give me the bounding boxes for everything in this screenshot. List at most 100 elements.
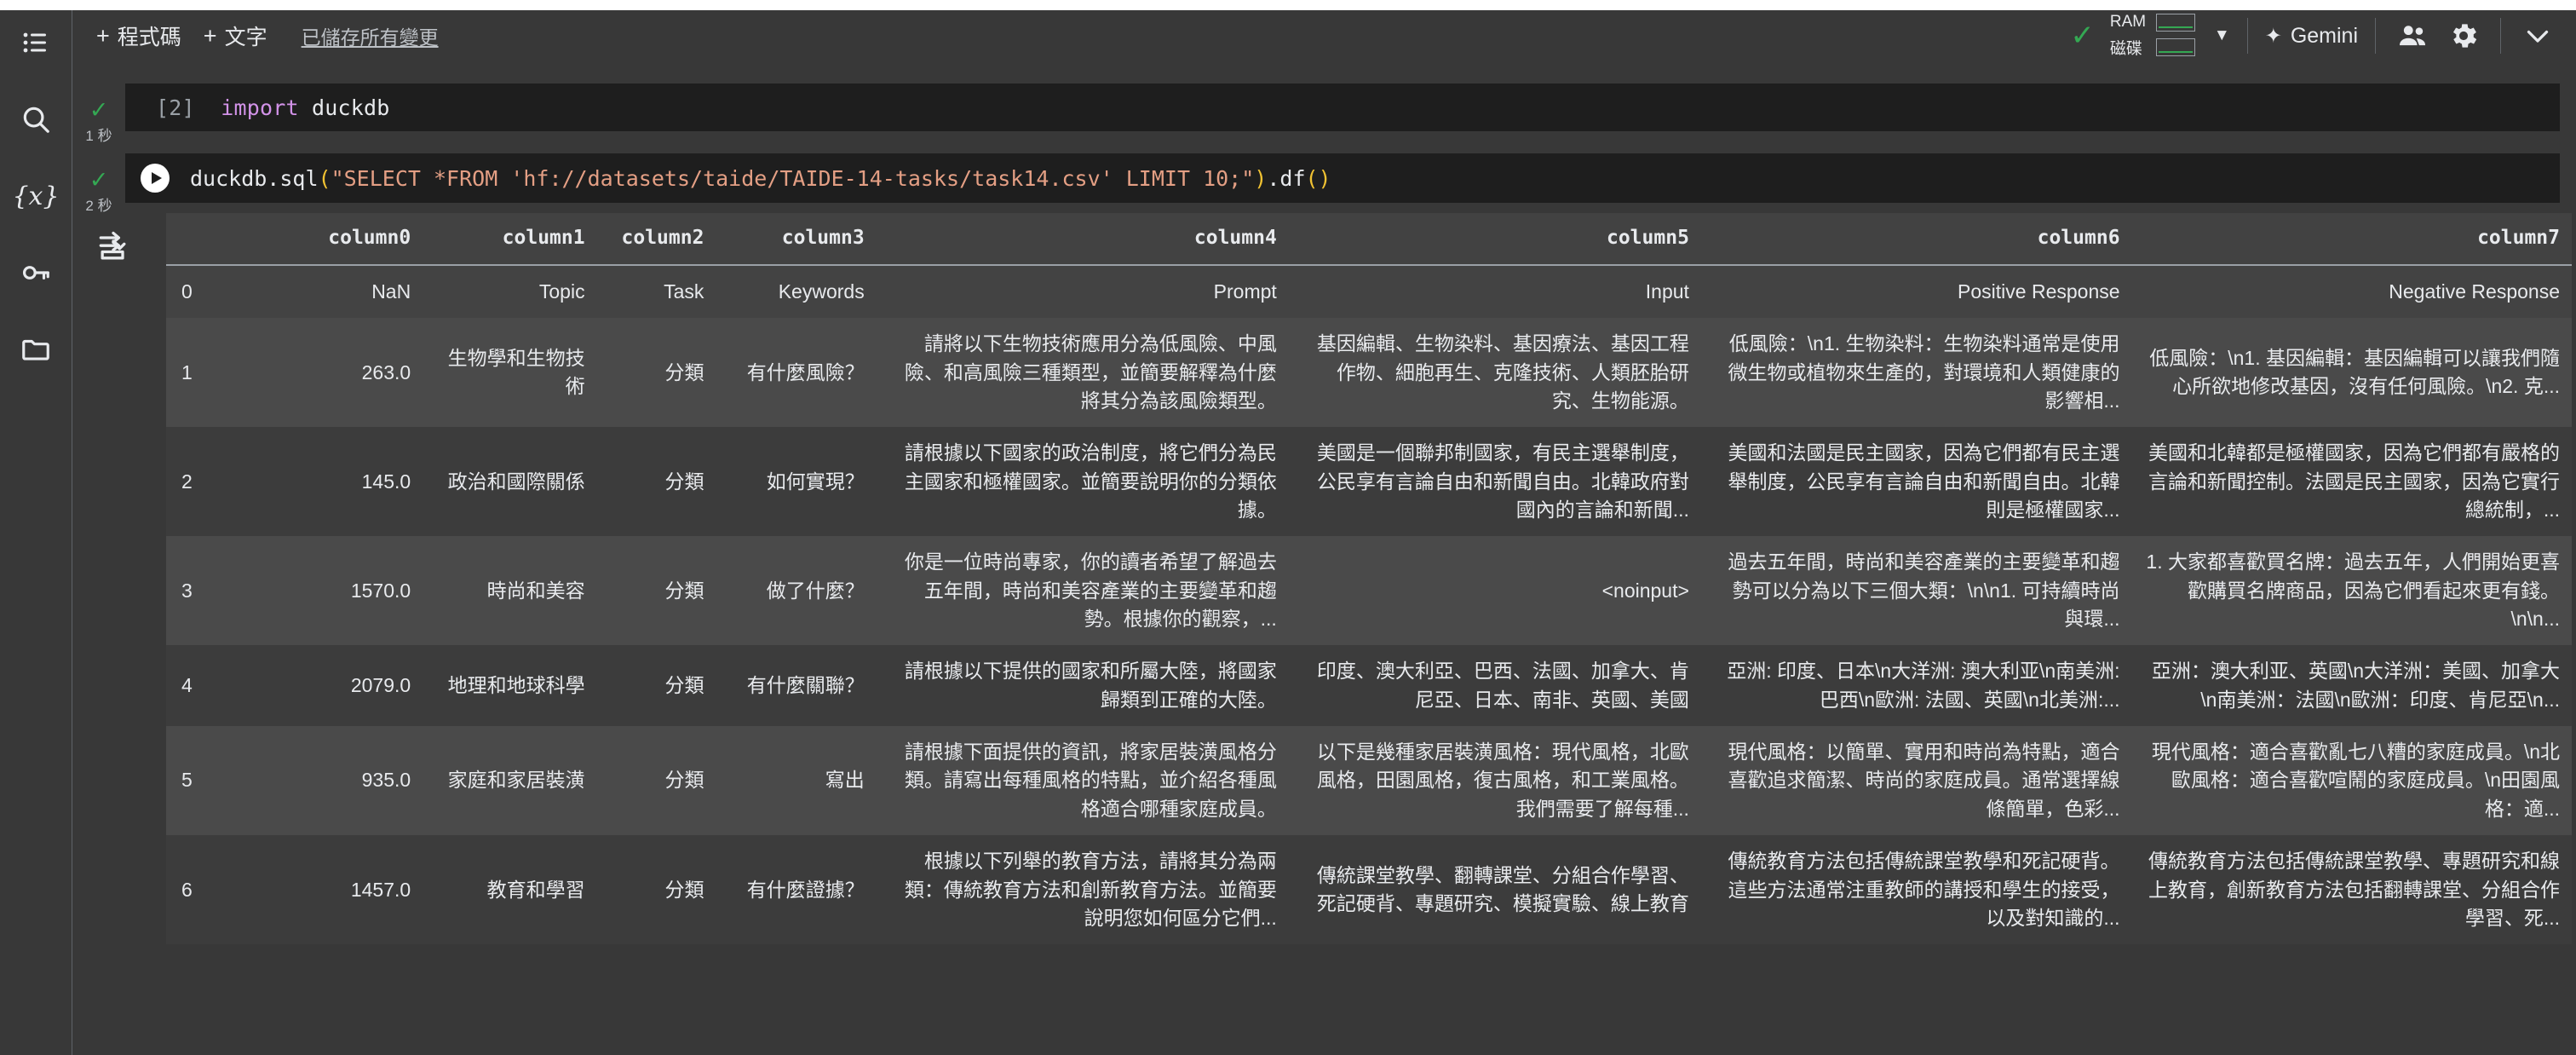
toolbar-left-group: + 程式碼 + 文字 已儲存所有變更 (72, 20, 439, 51)
cell-column0: 263.0 (361, 360, 411, 383)
files-folder-icon[interactable] (14, 327, 58, 372)
ram-gauge (2155, 13, 2195, 32)
gemini-label: Gemini (2290, 23, 2358, 48)
cell-column0: 145.0 (361, 470, 411, 493)
table-row[interactable]: 2 145.0 政治和國際關係 分類 如何實現？ 請根據以下國家的政治制度，將它… (166, 427, 2572, 537)
add-code-cell-button[interactable]: + 程式碼 (96, 20, 181, 51)
gear-icon[interactable] (2444, 16, 2483, 55)
secrets-key-icon[interactable] (14, 251, 58, 295)
chevron-down-icon[interactable] (2518, 16, 2557, 55)
run-cell-play-button[interactable] (141, 164, 170, 193)
dataframe-body: 0 NaN Topic Task Keywords Prompt Input P… (166, 265, 2572, 945)
cell-column4: 請將以下生物技術應用分為低風險、中風險、和高風險三種類型，並簡要解釋為什麼將其分… (904, 332, 1277, 412)
cell-column7: Negative Response (2389, 280, 2560, 303)
cell-column7: 亞洲：澳大利亚、英國\n大洋洲：美國、加拿大\n南美洲：法國\n歐洲：印度、肯尼… (2151, 660, 2560, 711)
cell-column5: 基因編輯、生物染料、基因療法、基因工程作物、細胞再生、克隆技術、人類胚胎研究、生… (1316, 332, 1689, 412)
dataframe-header-row: column0 column1 column2 column3 column4 … (166, 213, 2572, 266)
cell-column5: <noinput> (1601, 579, 1689, 602)
toolbar-divider (2500, 18, 2501, 54)
code-cell-2[interactable]: duckdb.sql("SELECT *FROM 'hf://datasets/… (125, 153, 2560, 203)
col-header-column0[interactable]: column0 (285, 213, 423, 266)
gemini-button[interactable]: ✦ Gemini (2265, 24, 2358, 49)
col-header-column4[interactable]: column4 (876, 213, 1289, 266)
cell-column2: 分類 (664, 579, 704, 602)
people-icon[interactable] (2393, 16, 2432, 55)
cell-column1: 教育和學習 (486, 878, 585, 901)
cell-column7: 現代風格：適合喜歡亂七八糟的家庭成員。\n北歐風格：適合喜歡喧鬧的家庭成員。\n… (2151, 741, 2560, 820)
cell-column6: Positive Response (1958, 280, 2120, 303)
cell-2-output: column0 column1 column2 column3 column4 … (72, 213, 2576, 1055)
add-text-cell-button[interactable]: + 文字 (204, 20, 267, 51)
table-row[interactable]: 3 1570.0 時尚和美容 分類 做了什麼？ 你是一位時尚專家，你的讀者希望了… (166, 536, 2572, 646)
cell-1-run-gutter[interactable]: ✓ 1 秒 (72, 90, 125, 145)
cell-2-open-paren: ( (318, 165, 331, 191)
ram-label: RAM (2109, 13, 2147, 31)
cell-column3: 如何實現？ (766, 470, 865, 493)
row-index: 5 (181, 769, 193, 792)
output-left-tools (88, 228, 139, 270)
dataframe-table[interactable]: column0 column1 column2 column3 column4 … (166, 213, 2572, 945)
cell-column5: 以下是幾種家居裝潢風格：現代風格，北歐風格，田園風格，復古風格，和工業風格。我們… (1316, 741, 1689, 820)
add-text-cell-label: 文字 (224, 26, 267, 49)
cell-column5: Input (1645, 280, 1689, 303)
cell-column2: 分類 (664, 878, 704, 901)
cell-1-keyword-import: import (221, 95, 299, 120)
cell-column7: 美國和北韓都是極權國家，因為它們都有嚴格的言論和新聞控制。法國是民主國家，因為它… (2148, 441, 2560, 522)
table-of-contents-icon[interactable] (14, 20, 58, 65)
cell-1-code: [2] import duckdb (125, 95, 390, 120)
connected-check-icon: ✓ (2070, 20, 2095, 52)
table-row[interactable]: 5 935.0 家庭和家居裝潢 分類 寫出 請根據下面提供的資訊，將家居裝潢風格… (166, 726, 2572, 836)
cell-column3: 寫出 (825, 769, 865, 792)
cell-column3: 做了什麼？ (766, 579, 865, 602)
cell-column1: 家庭和家居裝潢 (447, 769, 585, 792)
row-index: 1 (181, 360, 193, 383)
table-row[interactable]: 6 1457.0 教育和學習 分類 有什麼證據？ 根據以下列舉的教育方法，請將其… (166, 835, 2572, 945)
cell-column5: 美國是一個聯邦制國家，有民主選舉制度，公民享有言論自由和新聞自由。北韓政府對國內… (1316, 441, 1689, 522)
cell-column3: 有什麼關聯？ (746, 674, 865, 697)
cell-column0: 2079.0 (350, 674, 411, 697)
table-row[interactable]: 4 2079.0 地理和地球科學 分類 有什麼關聯？ 請根據以下提供的國家和所屬… (166, 645, 2572, 727)
save-status-link[interactable]: 已儲存所有變更 (302, 21, 439, 50)
add-code-cell-label: 程式碼 (117, 26, 181, 49)
cell-1-success-check-icon: ✓ (89, 97, 109, 123)
toolbar-right-group: ✓ RAM 磁碟 ▼ ✦ Gemini (2070, 13, 2576, 59)
cell-column6: 過去五年間，時尚和美容產業的主要變革和趨勢可以分為以下三個大類：\n\n1. 可… (1728, 551, 2120, 631)
col-header-index[interactable] (166, 213, 285, 266)
cell-1-module-name: duckdb (298, 95, 390, 120)
cell-column2: 分類 (664, 674, 704, 697)
col-header-column3[interactable]: column3 (716, 213, 877, 266)
col-header-column1[interactable]: column1 (423, 213, 597, 266)
code-cell-1[interactable]: [2] import duckdb (125, 84, 2560, 131)
cell-2-run-gutter[interactable]: ✓ 2 秒 (72, 160, 125, 215)
table-row[interactable]: 1 263.0 生物學和生物技術 分類 有什麼風險？ 請將以下生物技術應用分為低… (166, 318, 2572, 428)
colab-notebook-window: {x} + 程式碼 + 文字 已儲存所有變更 ✓ RAM 磁碟 ▼ ✦ Gemi… (0, 0, 2576, 1055)
cell-2-call-target: duckdb.sql (190, 165, 319, 191)
variables-icon[interactable]: {x} (12, 174, 59, 218)
col-header-column2[interactable]: column2 (596, 213, 716, 266)
notebook-body: ✓ 1 秒 [2] import duckdb ✓ 2 秒 duckdb.sql… (72, 61, 2576, 1055)
output-format-icon[interactable] (95, 228, 132, 270)
cell-column7: 1. 大家都喜歡買名牌：過去五年，人們開始更喜歡購買名牌商品，因為它們看起來更有… (2146, 551, 2560, 631)
search-icon[interactable] (14, 97, 58, 141)
cell-column0: 1457.0 (350, 878, 411, 901)
resource-gauges[interactable]: RAM 磁碟 (2110, 13, 2195, 59)
col-header-column6[interactable]: column6 (1700, 213, 2132, 266)
cell-column2: 分類 (664, 360, 704, 383)
plus-icon: + (203, 22, 217, 49)
cell-column3: 有什麼風險？ (746, 360, 865, 383)
table-row[interactable]: 0 NaN Topic Task Keywords Prompt Input P… (166, 265, 2572, 319)
cell-2-df-method: .df (1267, 165, 1306, 191)
cell-column4: Prompt (1213, 280, 1277, 303)
disk-gauge-row: 磁碟 (2110, 36, 2195, 59)
plus-icon: + (96, 22, 110, 49)
col-header-column7[interactable]: column7 (2131, 213, 2572, 266)
cell-column2: 分類 (664, 769, 704, 792)
dataframe-header: column0 column1 column2 column3 column4 … (166, 213, 2572, 266)
cell-column2: Task (664, 280, 704, 303)
resources-chevron-down-icon[interactable]: ▼ (2214, 26, 2230, 45)
row-index: 4 (181, 674, 193, 697)
cell-column2: 分類 (664, 470, 704, 493)
cell-column0: 935.0 (361, 769, 411, 792)
col-header-column5[interactable]: column5 (1288, 213, 1701, 266)
play-triangle-icon (151, 172, 162, 184)
